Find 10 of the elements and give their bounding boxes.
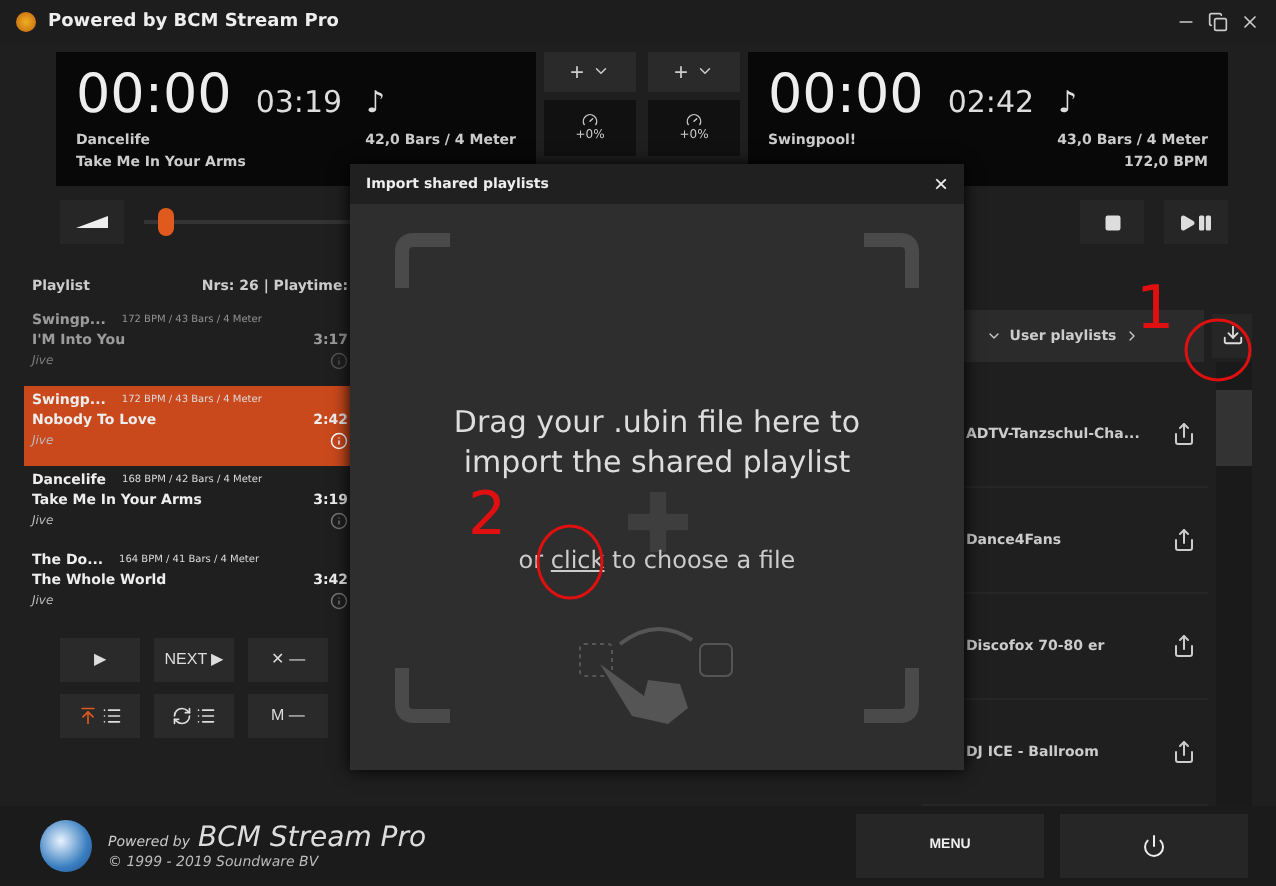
brand-name: BCM Stream Pro [197,821,427,854]
elapsed-time: 00:00 [76,63,232,126]
window-title: Powered by BCM Stream Pro [48,11,341,32]
annotation-number: 2 [468,486,507,546]
remaining-time: 02:42 [947,83,1035,120]
note-symbol: ♪ [366,83,386,120]
note-symbol: ♪ [1058,83,1078,120]
elapsed-time: 00:00 [768,63,924,126]
drop-instructions: Drag your .ubin file here to import the shared playlist [451,401,863,481]
remaining-time: 03:19 [255,83,343,120]
